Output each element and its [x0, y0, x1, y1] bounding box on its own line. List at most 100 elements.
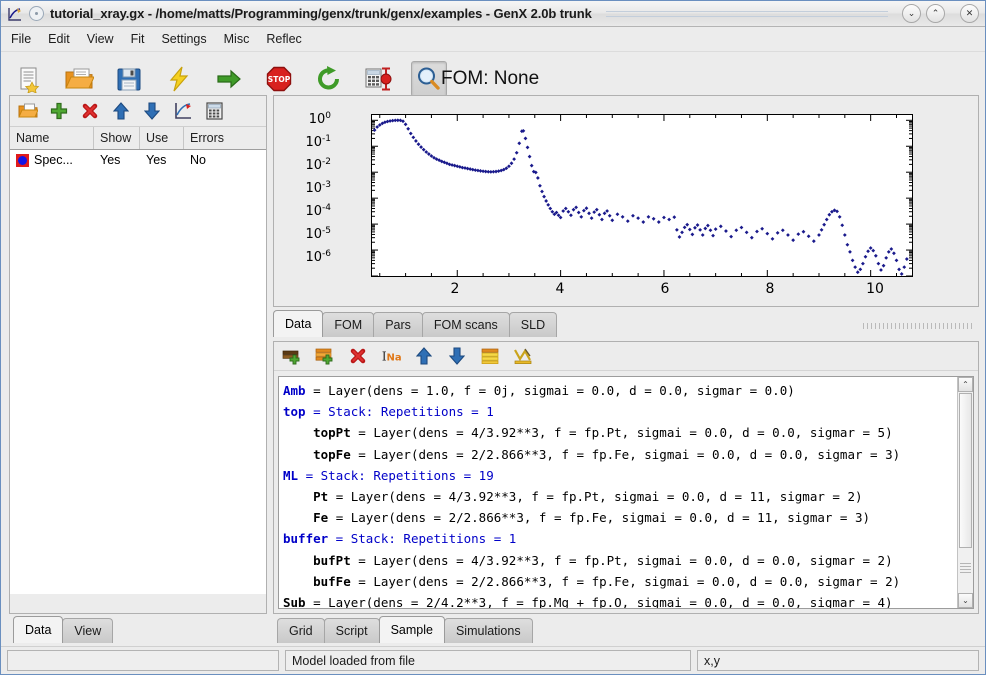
y-tick-6: 10-6 [305, 248, 331, 266]
maximize-button[interactable]: ⌃ [926, 4, 945, 23]
tab-fom[interactable]: FOM [322, 312, 375, 337]
x-tick-10: 10 [866, 281, 884, 297]
sample-toolbar: I Na [274, 342, 978, 371]
dataset-name-cell[interactable]: Spec... [10, 150, 94, 170]
dataset-use-cell[interactable]: Yes [140, 150, 184, 170]
plot-tab-bar: Data FOM Pars FOM scans SLD [273, 309, 979, 337]
bottom-tab-simulations[interactable]: Simulations [443, 618, 533, 643]
bottom-left-tab-bar: Data View [13, 616, 114, 643]
scroll-down-button[interactable]: ⌄ [958, 593, 973, 608]
data-grid-body: Spec... Yes Yes No [10, 150, 266, 594]
tab-sld[interactable]: SLD [508, 312, 558, 337]
dataset-show-cell[interactable]: Yes [94, 150, 140, 170]
app-icon [7, 6, 23, 22]
add-instrument-na-icon[interactable]: I Na [381, 346, 401, 366]
column-header-use[interactable]: Use [140, 127, 184, 149]
add-dataset-button[interactable] [49, 101, 69, 121]
x-tick-4: 4 [555, 281, 565, 297]
splitter-grip[interactable] [863, 323, 973, 329]
delete-layer-button[interactable] [348, 346, 368, 366]
column-header-errors[interactable]: Errors [184, 127, 264, 149]
window-title: tutorial_xray.gx - /home/matts/Programmi… [50, 6, 592, 21]
new-document-button[interactable] [11, 61, 47, 97]
table-row[interactable]: Spec... Yes Yes No [10, 150, 266, 170]
dataset-errors-cell[interactable]: No [184, 150, 264, 170]
x-tick-6: 6 [660, 281, 670, 297]
column-header-show[interactable]: Show [94, 127, 140, 149]
script-line: ML = Stack: Repetitions = 19 [283, 467, 494, 483]
scroll-up-button[interactable]: ⌃ [958, 377, 973, 392]
dataset-color-swatch-icon [16, 153, 29, 167]
start-fit-button[interactable] [211, 61, 247, 97]
delete-dataset-button[interactable] [80, 101, 100, 121]
menu-item-fit[interactable]: Fit [131, 32, 145, 46]
window-menu-icon[interactable] [29, 6, 44, 21]
y-tick-3: 10-3 [305, 179, 331, 197]
x-tick-8: 8 [765, 281, 775, 297]
scrollbar-grip-icon [960, 563, 971, 573]
data-grid-header: Name Show Use Errors [10, 127, 266, 150]
bottom-tab-sample[interactable]: Sample [378, 616, 445, 643]
script-line: bufFe = Layer(dens = 2/2.866**3, f = fp.… [313, 573, 901, 589]
move-layer-down-button[interactable] [447, 346, 467, 366]
plot-canvas[interactable]: 100 10-1 10-2 10-3 10-4 10-5 10-6 2 4 6 … [275, 97, 977, 305]
menu-item-file[interactable]: File [11, 32, 31, 46]
bottom-tab-view[interactable]: View [62, 618, 114, 643]
sample-stack-button[interactable] [480, 346, 500, 366]
close-button[interactable]: ✕ [960, 4, 979, 23]
script-line: buffer = Stack: Repetitions = 1 [283, 531, 517, 547]
add-layer-button[interactable] [282, 346, 302, 366]
reflectivity-scatter-plot [372, 115, 912, 276]
save-file-button[interactable] [111, 61, 147, 97]
bottom-tab-grid[interactable]: Grid [277, 618, 325, 643]
open-file-button[interactable] [61, 61, 97, 97]
edit-tool-button[interactable] [513, 346, 533, 366]
tab-data[interactable]: Data [273, 310, 324, 337]
status-message: Model loaded from file [285, 650, 691, 671]
genx-main-window: tutorial_xray.gx - /home/matts/Programmi… [0, 0, 986, 675]
menu-item-view[interactable]: View [87, 32, 114, 46]
bottom-tab-script[interactable]: Script [323, 618, 380, 643]
open-dataset-button[interactable] [18, 101, 38, 121]
minimize-button[interactable]: ⌄ [902, 4, 921, 23]
y-tick-5: 10-5 [305, 225, 331, 243]
column-header-name[interactable]: Name [10, 127, 94, 149]
script-line: Amb = Layer(dens = 1.0, f = 0j, sigmai =… [283, 383, 795, 398]
menu-item-edit[interactable]: Edit [48, 32, 70, 46]
tab-pars[interactable]: Pars [373, 312, 423, 337]
title-bar: tutorial_xray.gx - /home/matts/Programmi… [1, 1, 985, 27]
plot-settings-button[interactable] [173, 101, 193, 121]
sample-script-text: Amb = Layer(dens = 1.0, f = 0j, sigmai =… [279, 377, 973, 608]
menu-item-reflec[interactable]: Reflec [266, 32, 301, 46]
calculator-button[interactable] [204, 101, 224, 121]
x-tick-2: 2 [450, 281, 460, 297]
move-layer-up-button[interactable] [414, 346, 434, 366]
error-bars-button[interactable] [361, 61, 397, 97]
tab-fom-scans[interactable]: FOM scans [421, 312, 510, 337]
menu-bar: File Edit View Fit Settings Misc Reflec [1, 27, 985, 52]
script-line: Pt = Layer(dens = 4/3.92**3, f = fp.Pt, … [313, 489, 863, 505]
add-stack-button[interactable] [315, 346, 335, 366]
fom-status-text: FOM: None [441, 68, 540, 89]
status-left-field [7, 650, 279, 671]
bottom-right-tab-bar: Grid Script Sample Simulations [277, 616, 533, 643]
menu-item-misc[interactable]: Misc [224, 32, 250, 46]
window-buttons: ⌄ ⌃ ✕ [902, 4, 979, 23]
restart-fit-button[interactable] [311, 61, 347, 97]
menu-item-settings[interactable]: Settings [161, 32, 206, 46]
bottom-tab-data[interactable]: Data [13, 616, 64, 643]
simulate-lightning-button[interactable] [161, 61, 197, 97]
dataset-name-label: Spec... [34, 153, 73, 167]
script-vertical-scrollbar[interactable]: ⌃ ⌄ [957, 377, 973, 608]
move-dataset-down-button[interactable] [142, 101, 162, 121]
scrollbar-thumb[interactable] [959, 393, 972, 548]
script-line: topFe = Layer(dens = 2/2.866**3, f = fp.… [313, 446, 901, 462]
y-tick-2: 10-2 [305, 156, 331, 174]
y-tick-1: 10-1 [305, 133, 331, 151]
status-coordinates: x,y [697, 650, 979, 671]
script-line: top = Stack: Repetitions = 1 [283, 404, 494, 420]
stop-fit-button[interactable]: STOP [261, 61, 297, 97]
plot-axes-frame [371, 114, 913, 277]
move-dataset-up-button[interactable] [111, 101, 131, 121]
sample-script-editor[interactable]: Amb = Layer(dens = 1.0, f = 0j, sigmai =… [278, 376, 974, 609]
